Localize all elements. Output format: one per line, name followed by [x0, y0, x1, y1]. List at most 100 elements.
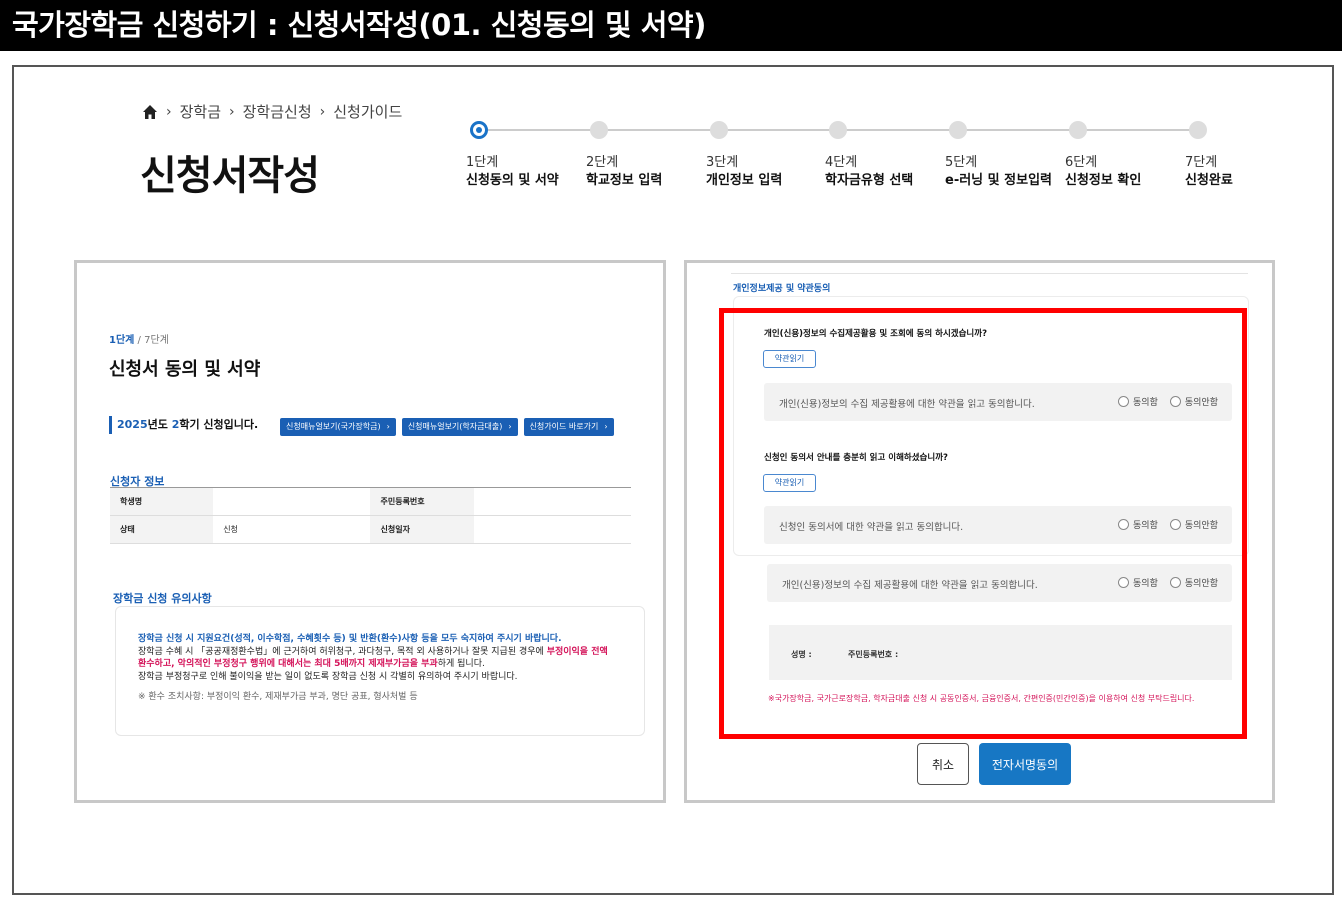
consent-row-credit-info-2: 개인(신용)정보의 수집 제공활용에 대한 약관을 읽고 동의합니다. 동의함 … [767, 564, 1232, 602]
semester-year-suffix: 년도 [147, 418, 172, 431]
signer-rrn-label: 주민등록번호 : [848, 650, 899, 659]
notice-line-recovery: 장학금 수혜 시 「공공재정환수법」에 근거하여 허위청구, 과다청구, 목적 … [138, 646, 644, 659]
step-label: 신청동의 및 서약 [466, 173, 559, 188]
step-dot [829, 121, 847, 139]
step-label: 학자금유형 선택 [825, 173, 914, 188]
read-terms-button-2[interactable]: 약관읽기 [763, 474, 816, 492]
guide-buttons: 신청매뉴얼보기(국가장학금) › 신청매뉴얼보기(학자금대출) › 신청가이드 바로… [280, 418, 614, 436]
status-value: 신청 [213, 515, 371, 544]
notice-line-caution: 장학금 부정청구로 인해 불이익을 받는 일이 없도록 장학금 신청 시 각별히… [138, 671, 518, 682]
application-guide-button[interactable]: 신청가이드 바로가기 › [523, 418, 614, 436]
semester-tail: 학기 신청입니다. [179, 418, 259, 431]
chevron-right-icon: › [508, 422, 512, 431]
notice-text: 장학금 수혜 시 「공공재정환수법」에 근거하여 허위청구, 과다청구, 목적 … [138, 646, 547, 657]
signer-name-label: 성명 : [791, 650, 812, 659]
agree-radio[interactable]: 동의함 [1118, 576, 1158, 589]
step-dot [1069, 121, 1087, 139]
step-label: 개인정보 입력 [706, 173, 783, 188]
breadcrumb-item-application[interactable]: 장학금신청 [243, 101, 312, 122]
step-current: 1단계 [109, 335, 135, 346]
notice-highlight: 부정이익을 전액 [546, 646, 608, 657]
form-title: 신청서 동의 및 서약 [109, 359, 261, 380]
breadcrumb-item-guide[interactable]: 신청가이드 [333, 101, 402, 122]
question-applicant-consent: 신청인 동의서 안내를 충분히 읽고 이해하셨습니까? [764, 453, 948, 463]
name-label: 학생명 [110, 487, 214, 516]
step-label: 학교정보 입력 [586, 173, 663, 188]
date-value [473, 515, 631, 544]
radio-circle-icon [1118, 519, 1130, 530]
date-label: 신청일자 [370, 515, 474, 544]
step-label: 신청완료 [1185, 173, 1233, 188]
disagree-label: 동의안함 [1184, 579, 1218, 589]
manual-national-scholarship-button[interactable]: 신청매뉴얼보기(국가장학금) › [280, 418, 396, 436]
notice-title: 장학금 신청 유의사항 [113, 592, 212, 605]
step-label: e-러닝 및 정보입력 [945, 173, 1052, 188]
agree-label: 동의함 [1133, 521, 1158, 531]
consent-text: 신청인 동의서에 대한 약관을 읽고 동의합니다. [779, 522, 964, 533]
chevron-right-icon: › [229, 103, 235, 120]
button-label: 신청매뉴얼보기(국가장학금) [286, 422, 381, 431]
agree-radio[interactable]: 동의함 [1118, 518, 1158, 531]
chevron-right-icon: › [319, 103, 326, 120]
applicant-info-table: 학생명 주민등록번호 상태 신청 신청일자 [110, 487, 631, 544]
consent-text: 개인(신용)정보의 수집 제공활용에 대한 약관을 읽고 동의합니다. [782, 580, 1038, 591]
breadcrumb: › 장학금 › 장학금신청 › 신청가이드 [142, 101, 402, 122]
notice-line-penalty: 환수하고, 악의적인 부정청구 행위에 대해서는 최대 5배까지 제재부가금을 … [138, 658, 644, 671]
consent-section-title: 개인정보제공 및 약관동의 [733, 284, 831, 294]
manual-student-loan-button[interactable]: 신청매뉴얼보기(학자금대출) › [401, 418, 518, 436]
button-label: 신청가이드 바로가기 [529, 422, 599, 431]
radio-circle-icon [1118, 396, 1130, 407]
e-signature-consent-button[interactable]: 전자서명동의 [979, 743, 1071, 785]
step-dot [470, 121, 488, 139]
certificate-warning: ※국가장학금, 국가근로장학금, 학자금대출 신청 시 공동인증서, 금융인증서… [768, 694, 1195, 703]
signer-info-box: 성명 : 주민등록번호 : [769, 625, 1232, 680]
step-label: 신청정보 확인 [1065, 173, 1142, 188]
step-number: 5단계 [945, 155, 978, 170]
consent-options: 동의함 동의안함 [1118, 518, 1218, 531]
name-value [213, 487, 371, 516]
read-terms-button-1[interactable]: 약관읽기 [763, 350, 816, 368]
disagree-radio[interactable]: 동의안함 [1169, 395, 1218, 408]
chevron-right-icon: › [166, 103, 172, 120]
consent-options: 동의함 동의안함 [1118, 395, 1218, 408]
semester-year: 2025 [117, 418, 148, 431]
cancel-button[interactable]: 취소 [917, 743, 969, 785]
radio-circle-icon [1169, 519, 1181, 530]
application-info-panel: 1단계 / 7단계 신청서 동의 및 서약 2025년도 2학기 신청입니다. … [74, 260, 666, 803]
notice-line-measures: ※ 환수 조치사항: 부정이익 환수, 제재부가금 부과, 명단 공표, 형사처… [138, 692, 418, 702]
screenshot-frame: › 장학금 › 장학금신청 › 신청가이드 신청서작성 1단계 신청동의 및 서약… [12, 65, 1334, 895]
table-row: 상태 신청 신청일자 [110, 515, 631, 544]
step-number: 6단계 [1065, 155, 1098, 170]
radio-circle-icon [1169, 396, 1181, 407]
chevron-right-icon: › [604, 422, 608, 431]
banner-title: 국가장학금 신청하기 : 신청서작성(01. 신청동의 및 서약) [0, 0, 1342, 51]
agree-label: 동의함 [1133, 398, 1158, 408]
status-label: 상태 [110, 515, 214, 544]
breadcrumb-item-scholarship[interactable]: 장학금 [180, 101, 221, 122]
consent-text: 개인(신용)정보의 수집 제공활용에 대한 약관을 읽고 동의합니다. [779, 399, 1035, 410]
step-dot [949, 121, 967, 139]
disagree-radio[interactable]: 동의안함 [1169, 576, 1218, 589]
notice-line-requirements: 장학금 신청 시 지원요건(성적, 이수학점, 수혜횟수 등) 및 반환(환수)… [138, 634, 562, 644]
agree-label: 동의함 [1133, 579, 1158, 589]
radio-circle-icon [1169, 577, 1181, 588]
disagree-label: 동의안함 [1184, 398, 1218, 408]
progress-steps: 1단계 신청동의 및 서약 2단계 학교정보 입력 3단계 개인정보 입력 4단계 학자… [464, 117, 1274, 197]
step-dot [710, 121, 728, 139]
notice-box: 장학금 신청 시 지원요건(성적, 이수학점, 수혜횟수 등) 및 반환(환수)… [115, 606, 645, 736]
highlight-box: 개인(신용)정보의 수집제공활용 및 조회에 동의 하시겠습니까? 약관읽기 개… [719, 308, 1247, 739]
step-number: 4단계 [825, 155, 858, 170]
chevron-right-icon: › [386, 422, 390, 431]
action-buttons: 취소 전자서명동의 [917, 743, 1071, 785]
button-label: 신청매뉴얼보기(학자금대출) [407, 422, 503, 431]
disagree-radio[interactable]: 동의안함 [1169, 518, 1218, 531]
semester-notice: 2025년도 2학기 신청입니다. [109, 416, 258, 434]
question-credit-info: 개인(신용)정보의 수집제공활용 및 조회에 동의 하시겠습니까? [764, 329, 987, 339]
radio-circle-icon [1118, 577, 1130, 588]
agree-radio[interactable]: 동의함 [1118, 395, 1158, 408]
step-number: 7단계 [1185, 155, 1218, 170]
notice-highlight: 환수하고, 악의적인 부정청구 행위에 대해서는 최대 5배까지 제재부가금을 … [138, 659, 438, 669]
step-dot [1189, 121, 1207, 139]
home-icon[interactable] [142, 104, 158, 120]
consent-row-credit-info: 개인(신용)정보의 수집 제공활용에 대한 약관을 읽고 동의합니다. 동의함 … [764, 383, 1232, 421]
